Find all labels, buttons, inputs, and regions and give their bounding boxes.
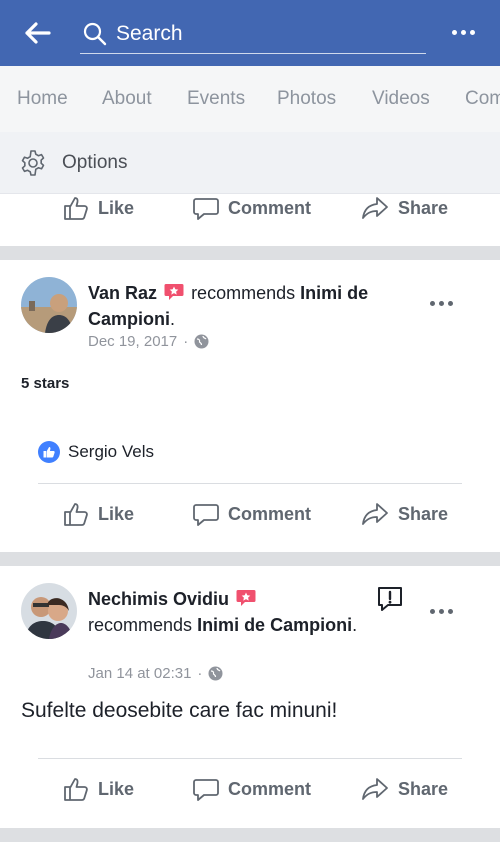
globe-icon — [208, 666, 223, 681]
post-separator — [0, 246, 500, 260]
liker-name: Sergio Vels — [68, 442, 154, 461]
comment-button[interactable]: Comment — [192, 186, 311, 230]
like-button[interactable]: Like — [62, 767, 134, 811]
comment-icon — [193, 504, 219, 526]
like-button[interactable]: Like — [62, 186, 134, 230]
tab-photos[interactable]: Photos — [277, 88, 336, 110]
share-label: Share — [398, 197, 449, 218]
page-name[interactable]: Inimi de Campioni — [197, 615, 352, 635]
tab-videos[interactable]: Videos — [372, 88, 430, 110]
recommend-badge-icon — [164, 284, 184, 300]
thumbs-up-icon — [64, 778, 88, 801]
comment-icon — [193, 779, 219, 801]
search-input[interactable] — [116, 18, 416, 50]
like-label: Like — [98, 503, 135, 524]
post-more-icon[interactable] — [430, 606, 456, 616]
share-label: Share — [398, 778, 449, 799]
post-separator — [0, 552, 500, 566]
top-bar — [0, 0, 500, 66]
post-more-icon[interactable] — [430, 298, 456, 308]
thumbs-up-icon — [64, 503, 88, 526]
comment-button[interactable]: Comment — [192, 492, 311, 536]
comment-icon — [193, 198, 219, 220]
author-name[interactable]: Nechimis Ovidiu — [88, 589, 229, 609]
gear-icon — [21, 150, 45, 176]
tab-home[interactable]: Home — [17, 88, 68, 110]
comment-label: Comment — [228, 778, 312, 799]
post-actions: Like Comment Share — [0, 767, 500, 811]
like-reaction-icon — [38, 441, 60, 463]
options-bar[interactable]: Options — [0, 132, 500, 194]
back-button[interactable] — [22, 18, 54, 48]
report-icon[interactable] — [376, 585, 404, 613]
recommend-badge-icon — [236, 590, 256, 606]
comment-label: Comment — [228, 197, 312, 218]
post-header: Van Raz recommends Inimi de Campioni. — [88, 283, 369, 329]
post-separator — [0, 828, 500, 842]
options-label: Options — [62, 152, 128, 173]
search-bar[interactable] — [80, 14, 426, 54]
comment-label: Comment — [228, 503, 312, 524]
recommends-text: recommends — [88, 615, 193, 635]
post-body-text: Sufelte deosebite care fac minuni! — [21, 699, 338, 722]
share-icon — [362, 197, 388, 219]
post-meta: Jan 14 at 02:31 · — [88, 665, 223, 682]
like-label: Like — [98, 197, 135, 218]
share-icon — [362, 503, 388, 525]
post-date[interactable]: Jan 14 at 02:31 — [88, 665, 191, 682]
post-actions: Like Comment Share — [0, 186, 500, 230]
comment-button[interactable]: Comment — [192, 767, 311, 811]
share-button[interactable]: Share — [360, 186, 448, 230]
recommends-text: recommends — [191, 283, 296, 303]
like-summary[interactable]: Sergio Vels — [38, 441, 154, 463]
share-button[interactable]: Share — [360, 492, 448, 536]
divider — [38, 758, 462, 759]
more-dots-icon[interactable] — [448, 22, 478, 42]
tab-events[interactable]: Events — [187, 88, 245, 110]
arrow-left-icon — [25, 22, 51, 44]
author-name[interactable]: Van Raz — [88, 283, 157, 303]
search-icon — [83, 22, 107, 46]
like-label: Like — [98, 778, 135, 799]
avatar[interactable] — [21, 583, 77, 639]
share-icon — [362, 778, 388, 800]
globe-icon — [194, 334, 209, 349]
share-button[interactable]: Share — [360, 767, 448, 811]
post-meta: Dec 19, 2017 · — [88, 333, 209, 350]
tab-about[interactable]: About — [102, 88, 152, 110]
share-label: Share — [398, 503, 449, 524]
avatar[interactable] — [21, 277, 77, 333]
divider — [38, 483, 462, 484]
post-header: Nechimis Ovidiu recommends Inimi de Camp… — [88, 589, 358, 635]
rating-text: 5 stars — [21, 375, 70, 392]
page-tabs: Home About Events Photos Videos Com — [0, 66, 500, 132]
tab-community[interactable]: Com — [465, 88, 500, 110]
thumbs-up-icon — [64, 197, 88, 220]
post-actions: Like Comment Share — [0, 492, 500, 536]
like-button[interactable]: Like — [62, 492, 134, 536]
post-date[interactable]: Dec 19, 2017 — [88, 333, 177, 350]
